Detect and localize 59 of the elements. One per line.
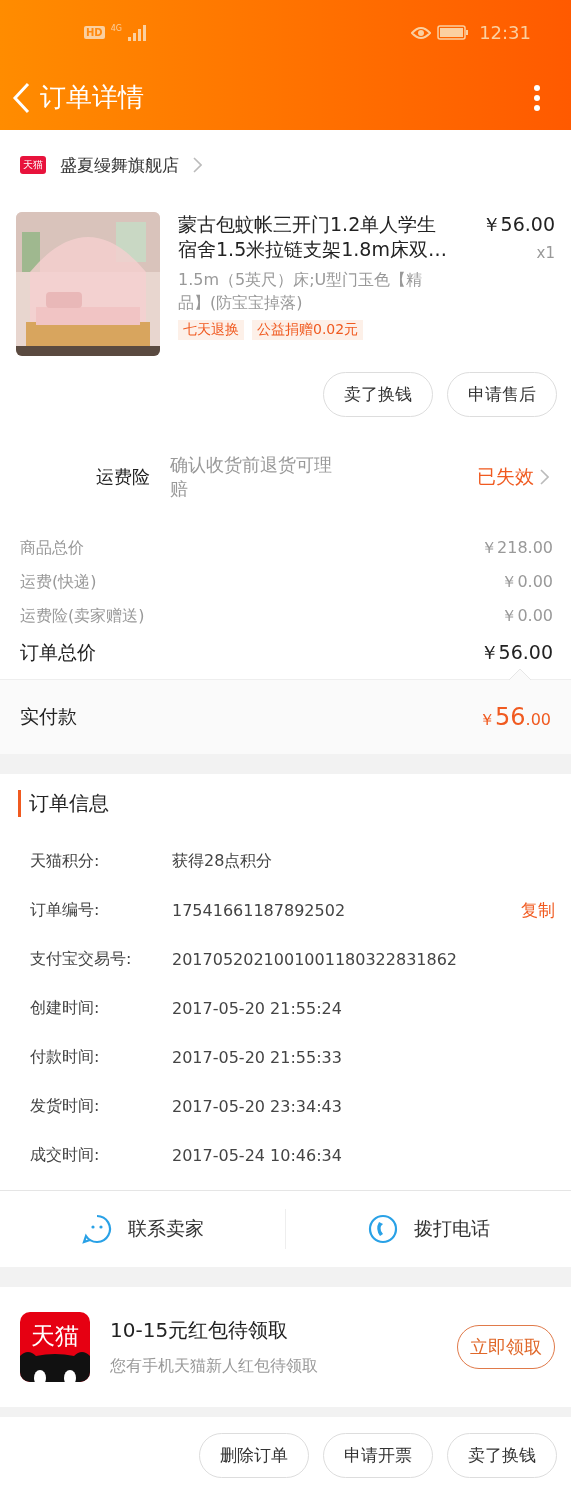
price-label: 商品总价: [20, 537, 84, 559]
tmall-badge: 天猫: [20, 156, 46, 174]
info-value: 2017-05-20 21:55:33: [172, 1048, 343, 1067]
price-label: 运费(快递): [20, 571, 97, 593]
info-label: 成交时间:: [30, 1145, 101, 1166]
tmall-app-icon: 天猫: [20, 1312, 90, 1382]
phone-icon: [367, 1214, 398, 1244]
section-title: 订单信息: [18, 790, 555, 817]
action-button[interactable]: 删除订单: [199, 1433, 309, 1478]
signal-icon: [127, 24, 146, 41]
product-title[interactable]: 蒙古包蚊帐三开门1.2单人学生宿舍1.5米拉链支架1.8m床双…: [178, 212, 454, 262]
action-button[interactable]: 申请开票: [323, 1433, 433, 1478]
service-tag: 七天退换: [178, 320, 244, 340]
info-label: 创建时间:: [30, 998, 101, 1019]
insurance-description: 确认收货前退货可理赔: [170, 453, 333, 501]
info-label: 订单编号:: [30, 900, 101, 921]
info-label: 天猫积分:: [30, 851, 101, 872]
product-spec: 1.5m（5英尺）床;U型门玉色【精品】(防宝宝掉落): [178, 269, 424, 314]
contact-button[interactable]: 拨打电话: [286, 1191, 571, 1267]
page-title: 订单详情: [40, 81, 144, 114]
price-value: ￥218.00: [481, 537, 553, 559]
info-label: 支付宝交易号:: [30, 949, 133, 970]
paid-amount: ￥56.00: [479, 703, 551, 731]
price-value: ￥56.00: [479, 640, 553, 665]
network-label: 4G: [110, 24, 122, 33]
more-icon[interactable]: [533, 83, 541, 112]
info-label: 付款时间:: [30, 1047, 101, 1068]
price-value: ￥0.00: [501, 571, 553, 593]
contact-button[interactable]: 联系卖家: [0, 1191, 285, 1267]
price-value: ￥0.00: [501, 605, 553, 627]
copy-link[interactable]: 复制: [521, 899, 555, 922]
paid-label: 实付款: [20, 704, 77, 729]
eye-icon: [411, 25, 432, 40]
price-label: 运费险(卖家赠送): [20, 605, 145, 627]
quantity: x1: [536, 244, 555, 262]
price-label: 订单总价: [20, 640, 96, 665]
info-value: 2017-05-24 10:46:34: [172, 1146, 343, 1165]
shop-name[interactable]: 盛夏缦舞旗舰店: [60, 153, 179, 177]
info-value: 2017-05-20 21:55:24: [172, 999, 343, 1018]
promo-title: 10-15元红包待领取: [110, 1317, 290, 1344]
info-value: 获得28点积分: [172, 851, 274, 872]
chevron-icon: [193, 157, 202, 173]
action-button[interactable]: 卖了换钱: [323, 372, 433, 417]
chat-icon: [81, 1214, 112, 1244]
insurance-label: 运费险: [96, 465, 150, 489]
action-button[interactable]: 申请售后: [447, 372, 557, 417]
hd-badge: HD: [84, 26, 105, 39]
back-icon[interactable]: [12, 81, 30, 114]
promo-subtitle: 您有手机天猫新人红包待领取: [110, 1356, 319, 1377]
info-label: 发货时间:: [30, 1096, 101, 1117]
product-price: ￥56.00: [481, 212, 555, 237]
info-value: 17541661187892502: [172, 901, 347, 920]
clock-time: 12:31: [479, 22, 531, 43]
info-value: 2017052021001001180322831862: [172, 950, 459, 969]
info-value: 2017-05-20 23:34:43: [172, 1097, 343, 1116]
action-button[interactable]: 卖了换钱: [447, 1433, 557, 1478]
battery-icon: [437, 25, 470, 40]
chevron-icon: [540, 469, 549, 485]
service-tag: 公益捐赠0.02元: [252, 320, 364, 340]
